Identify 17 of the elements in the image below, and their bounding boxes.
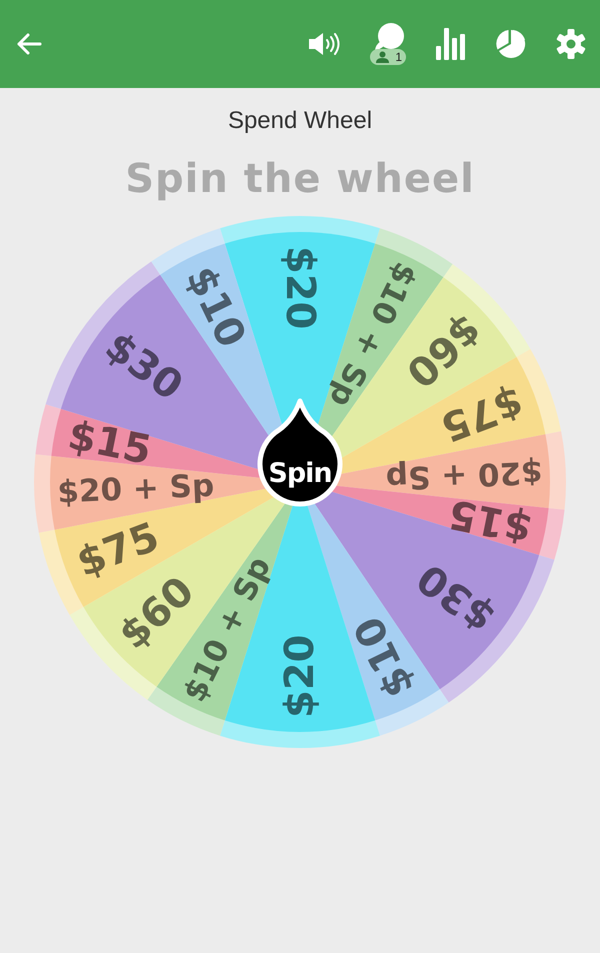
volume-button[interactable] (308, 31, 340, 57)
wheel-label: $20 (277, 246, 323, 330)
back-arrow-icon (16, 33, 42, 55)
chat-button[interactable]: 1 (370, 23, 406, 65)
wheel-label: $20 (277, 634, 323, 718)
pie-chart-icon (496, 29, 526, 59)
chart-button[interactable] (496, 29, 526, 59)
settings-icon (556, 29, 586, 59)
settings-button[interactable] (556, 29, 586, 59)
bar-chart-icon (436, 28, 466, 60)
back-button[interactable] (16, 33, 42, 55)
volume-icon (308, 31, 340, 57)
heading: Spin the wheel (125, 155, 475, 204)
stats-button[interactable] (436, 28, 466, 60)
page-title: Spend Wheel (228, 106, 372, 136)
user-count-badge: 1 (370, 49, 406, 65)
person-icon (376, 51, 389, 63)
